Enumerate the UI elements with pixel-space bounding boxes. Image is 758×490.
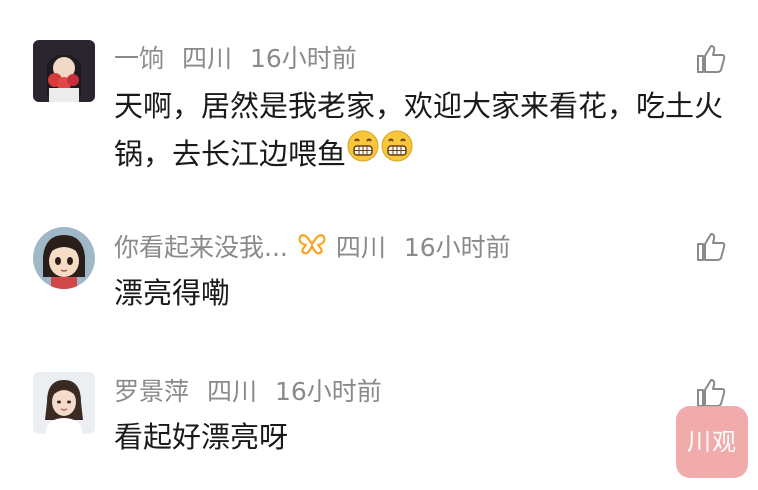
thumbs-up-icon xyxy=(697,233,726,261)
comment-content: 漂亮得嘞 xyxy=(114,269,724,317)
location: 四川 xyxy=(335,233,386,262)
username[interactable]: 一饷 xyxy=(114,44,164,73)
location: 四川 xyxy=(181,44,232,73)
like-button[interactable] xyxy=(694,42,728,76)
thumbs-up-icon xyxy=(697,379,726,407)
watermark-text: 川观 xyxy=(687,428,737,456)
location: 四川 xyxy=(206,377,257,406)
grinning-face-icon xyxy=(380,129,414,177)
comment-text: 看起好漂亮呀 xyxy=(114,420,289,454)
avatar-woman-flowers-icon xyxy=(33,40,95,102)
like-button[interactable] xyxy=(694,376,728,410)
comment-meta: 一饷 四川 16小时前 xyxy=(114,43,367,75)
like-button[interactable] xyxy=(694,230,728,264)
comment-content: 看起好漂亮呀 xyxy=(114,413,724,461)
timestamp: 16小时前 xyxy=(403,233,511,262)
watermark-logo: 川观 xyxy=(676,406,748,478)
avatar[interactable] xyxy=(33,372,95,434)
username[interactable]: 罗景萍 xyxy=(114,377,189,406)
comment-meta: 你看起来没我... 四川 16小时前 xyxy=(114,232,521,265)
timestamp: 16小时前 xyxy=(249,44,357,73)
grinning-face-icon xyxy=(346,129,380,177)
avatar-anime-girl-icon xyxy=(33,227,95,289)
username[interactable]: 你看起来没我... xyxy=(114,233,288,262)
thumbs-up-icon xyxy=(697,45,726,73)
comment-text: 天啊，居然是我老家，欢迎大家来看花，吃土火锅，去长江边喂鱼 xyxy=(114,89,724,171)
timestamp: 16小时前 xyxy=(274,377,382,406)
avatar[interactable] xyxy=(33,40,95,102)
avatar-woman-portrait-icon xyxy=(33,372,95,434)
comment-meta: 罗景萍 四川 16小时前 xyxy=(114,376,392,408)
butterfly-badge-icon xyxy=(298,231,326,263)
avatar[interactable] xyxy=(33,227,95,289)
comment-text: 漂亮得嘞 xyxy=(114,276,231,310)
comment-content: 天啊，居然是我老家，欢迎大家来看花，吃土火锅，去长江边喂鱼 xyxy=(114,82,724,180)
